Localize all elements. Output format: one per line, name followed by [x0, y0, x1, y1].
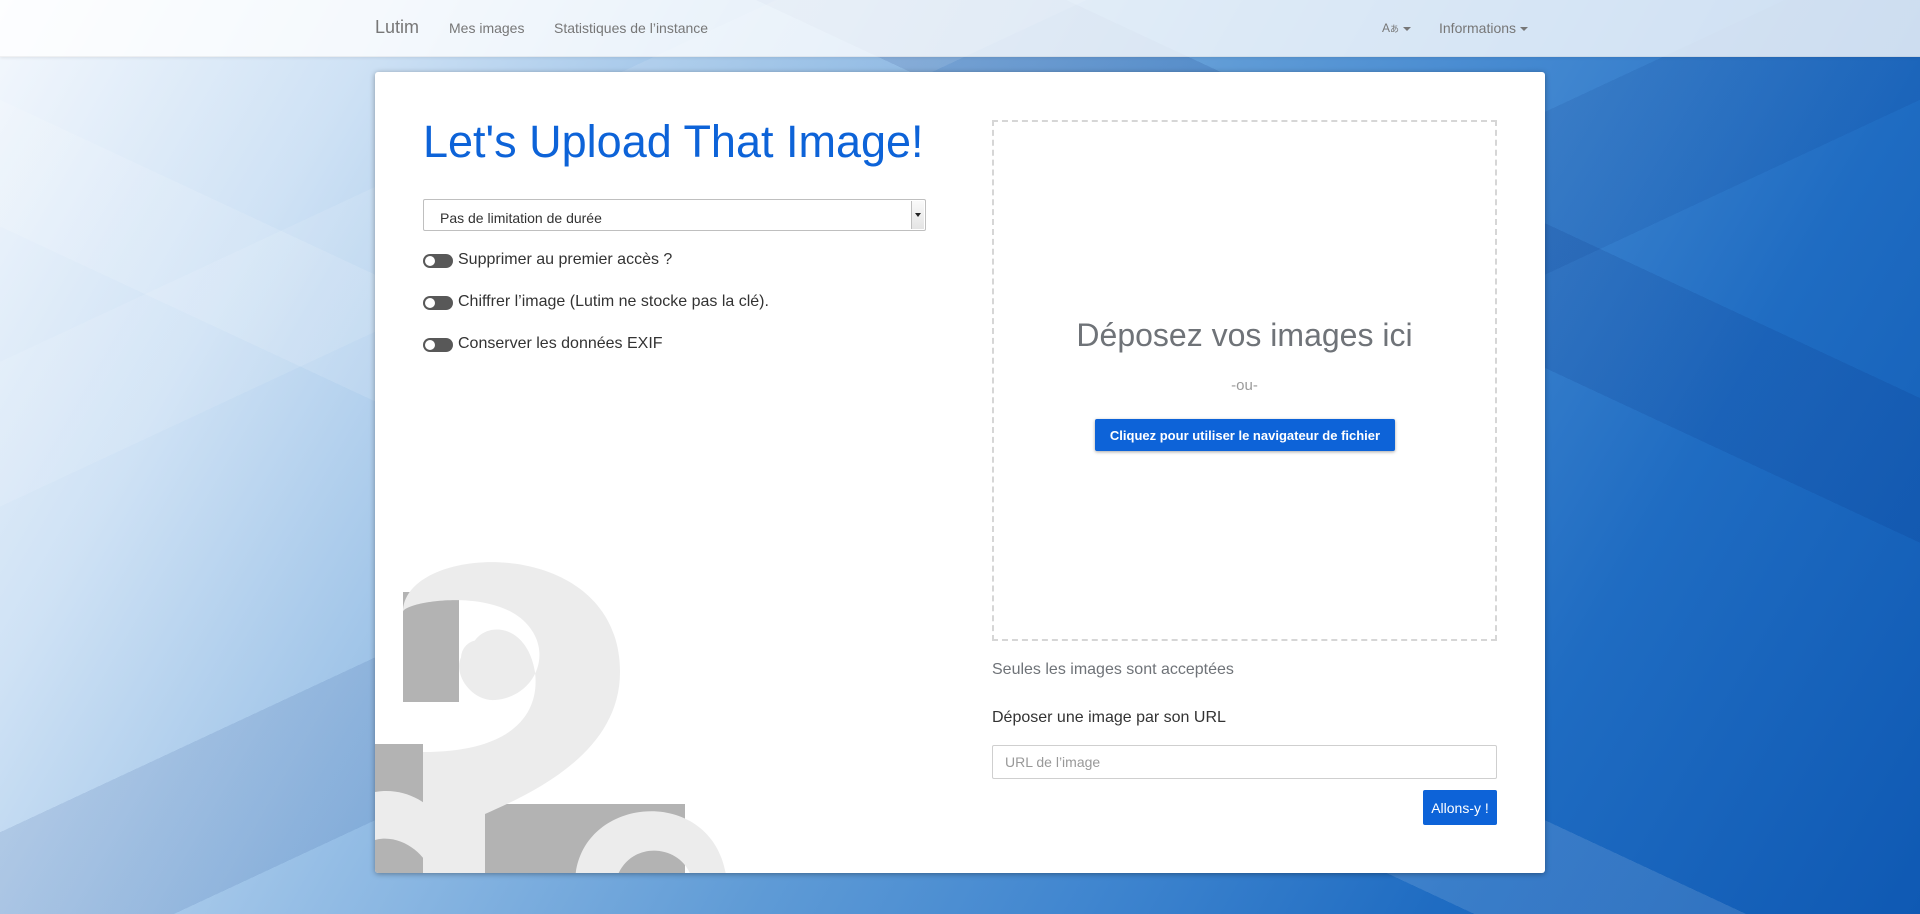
- browse-files-button[interactable]: Cliquez pour utiliser le navigateur de f…: [1095, 419, 1395, 451]
- toggle-switch[interactable]: [423, 254, 453, 268]
- dropzone-or: -ou-: [1231, 377, 1258, 394]
- dropzone-title: Déposez vos images ici: [1076, 317, 1413, 353]
- translate-icon: Aあ: [1382, 21, 1400, 35]
- upload-card: Let's Upload That Image! Pas de limitati…: [375, 72, 1545, 873]
- toggle-switch[interactable]: [423, 296, 453, 310]
- nav-my-images[interactable]: Mes images: [449, 20, 524, 36]
- page-title: Let's Upload That Image!: [423, 116, 924, 167]
- toggle-switch[interactable]: [423, 338, 453, 352]
- nav-instance-stats[interactable]: Statistiques de l’instance: [554, 20, 708, 36]
- informations-label: Informations: [1439, 20, 1517, 36]
- image-url-input[interactable]: [992, 745, 1497, 779]
- submit-url-button[interactable]: Allons-y !: [1423, 790, 1497, 825]
- accepted-types-note: Seules les images sont acceptées: [992, 661, 1234, 678]
- duration-select[interactable]: Pas de limitation de durée: [423, 199, 926, 231]
- language-dropdown[interactable]: Aあ: [1382, 21, 1412, 35]
- spiral-decoration: [375, 562, 726, 873]
- chevron-down-icon: [1403, 26, 1412, 31]
- chevron-down-icon: [1520, 27, 1529, 32]
- option-label: Supprimer au premier accès ?: [458, 251, 673, 268]
- dropzone[interactable]: Déposez vos images ici -ou- Cliquez pour…: [992, 120, 1497, 641]
- top-navbar: Lutim Mes images Statistiques de l’insta…: [0, 0, 1920, 57]
- brand-link[interactable]: Lutim: [375, 17, 419, 38]
- informations-dropdown[interactable]: Informations: [1439, 20, 1529, 36]
- url-upload-label: Déposer une image par son URL: [992, 709, 1226, 726]
- duration-select-value: Pas de limitation de durée: [440, 210, 602, 226]
- option-label: Chiffrer l’image (Lutim ne stocke pas la…: [458, 293, 769, 310]
- select-arrow-icon: [911, 201, 924, 229]
- option-label: Conserver les données EXIF: [458, 335, 663, 352]
